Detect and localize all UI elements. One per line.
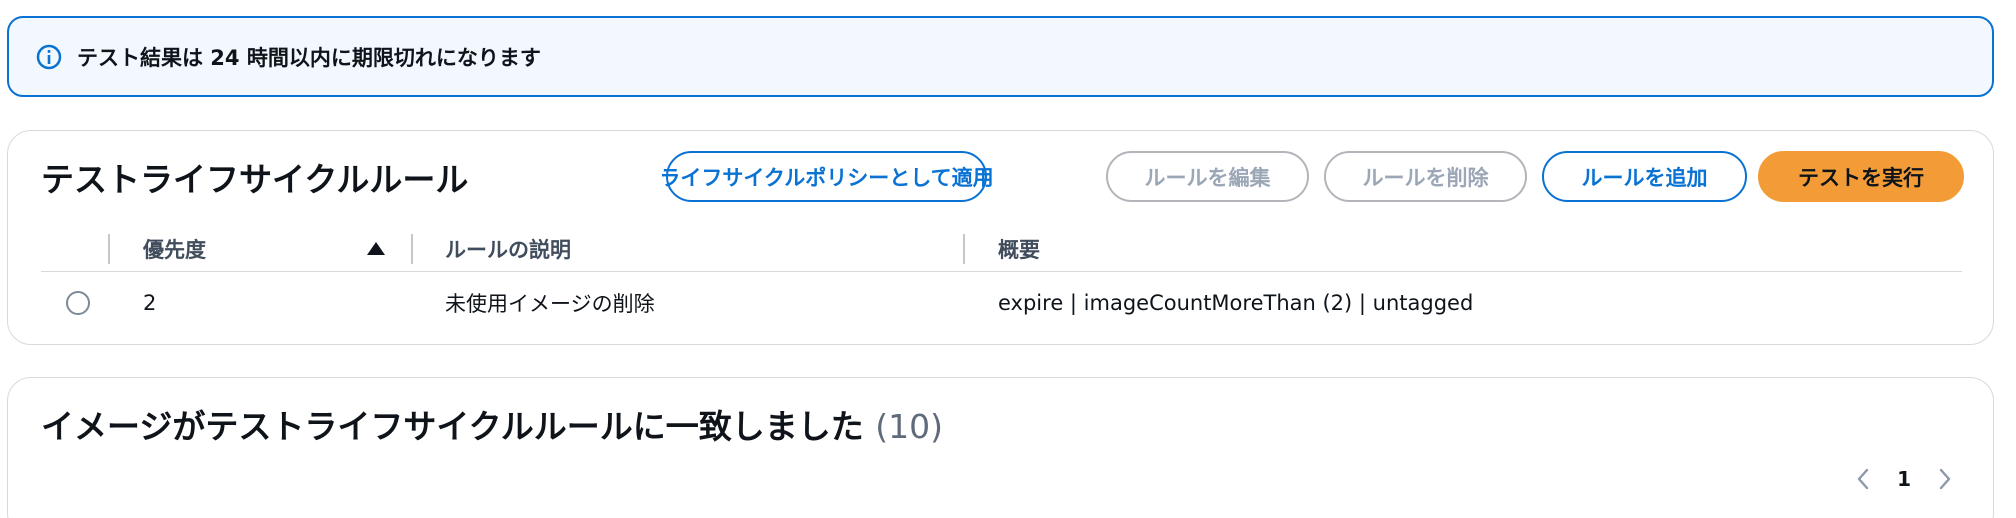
lifecycle-rules-panel: テストライフサイクルルール ライフサイクルポリシーとして適用 ルールを編集 ルー… — [7, 130, 1994, 345]
pagination: 1 — [1855, 464, 1953, 494]
page-number-current[interactable]: 1 — [1897, 467, 1911, 491]
cell-description: 未使用イメージの削除 — [445, 292, 655, 316]
rules-table-header: 優先度 ルールの説明 概要 — [41, 226, 1962, 272]
run-test-button[interactable]: テストを実行 — [1758, 151, 1964, 202]
column-header-description-label: ルールの説明 — [445, 237, 571, 262]
info-icon — [35, 43, 63, 71]
column-divider — [108, 234, 110, 264]
delete-rule-button[interactable]: ルールを削除 — [1324, 151, 1527, 202]
column-header-priority[interactable]: 優先度 — [143, 226, 383, 271]
chevron-right-icon[interactable] — [1937, 467, 1953, 491]
table-row[interactable]: 2 未使用イメージの削除 expire | imageCountMoreThan… — [41, 272, 1962, 334]
matched-images-panel: イメージがテストライフサイクルルールに一致しました (10) 1 — [7, 377, 1994, 518]
edit-rule-button[interactable]: ルールを編集 — [1106, 151, 1309, 202]
chevron-left-icon[interactable] — [1855, 467, 1871, 491]
info-alert: テスト結果は 24 時間以内に期限切れになります — [7, 16, 1994, 97]
column-header-priority-label: 優先度 — [143, 237, 206, 262]
column-header-description[interactable]: ルールの説明 — [445, 226, 571, 271]
column-header-summary[interactable]: 概要 — [998, 226, 1040, 271]
cell-summary: expire | imageCountMoreThan (2) | untagg… — [998, 291, 1474, 315]
alert-message: テスト結果は 24 時間以内に期限切れになります — [77, 45, 541, 70]
cell-priority: 2 — [143, 291, 157, 315]
rules-panel-title: テストライフサイクルルール — [41, 160, 469, 199]
page: テスト結果は 24 時間以内に期限切れになります テストライフサイクルルール ラ… — [0, 0, 2016, 518]
row-select-radio[interactable] — [66, 291, 90, 315]
apply-as-policy-button[interactable]: ライフサイクルポリシーとして適用 — [659, 151, 994, 202]
sort-ascending-icon[interactable] — [367, 242, 385, 255]
column-header-summary-label: 概要 — [998, 237, 1040, 262]
matched-panel-title-text: イメージがテストライフサイクルルールに一致しました — [41, 407, 864, 446]
add-rule-button[interactable]: ルールを追加 — [1542, 151, 1747, 202]
matched-panel-title: イメージがテストライフサイクルルールに一致しました (10) — [41, 400, 943, 448]
matched-count: (10) — [875, 407, 943, 446]
column-divider[interactable] — [411, 234, 413, 264]
column-divider[interactable] — [963, 234, 965, 264]
